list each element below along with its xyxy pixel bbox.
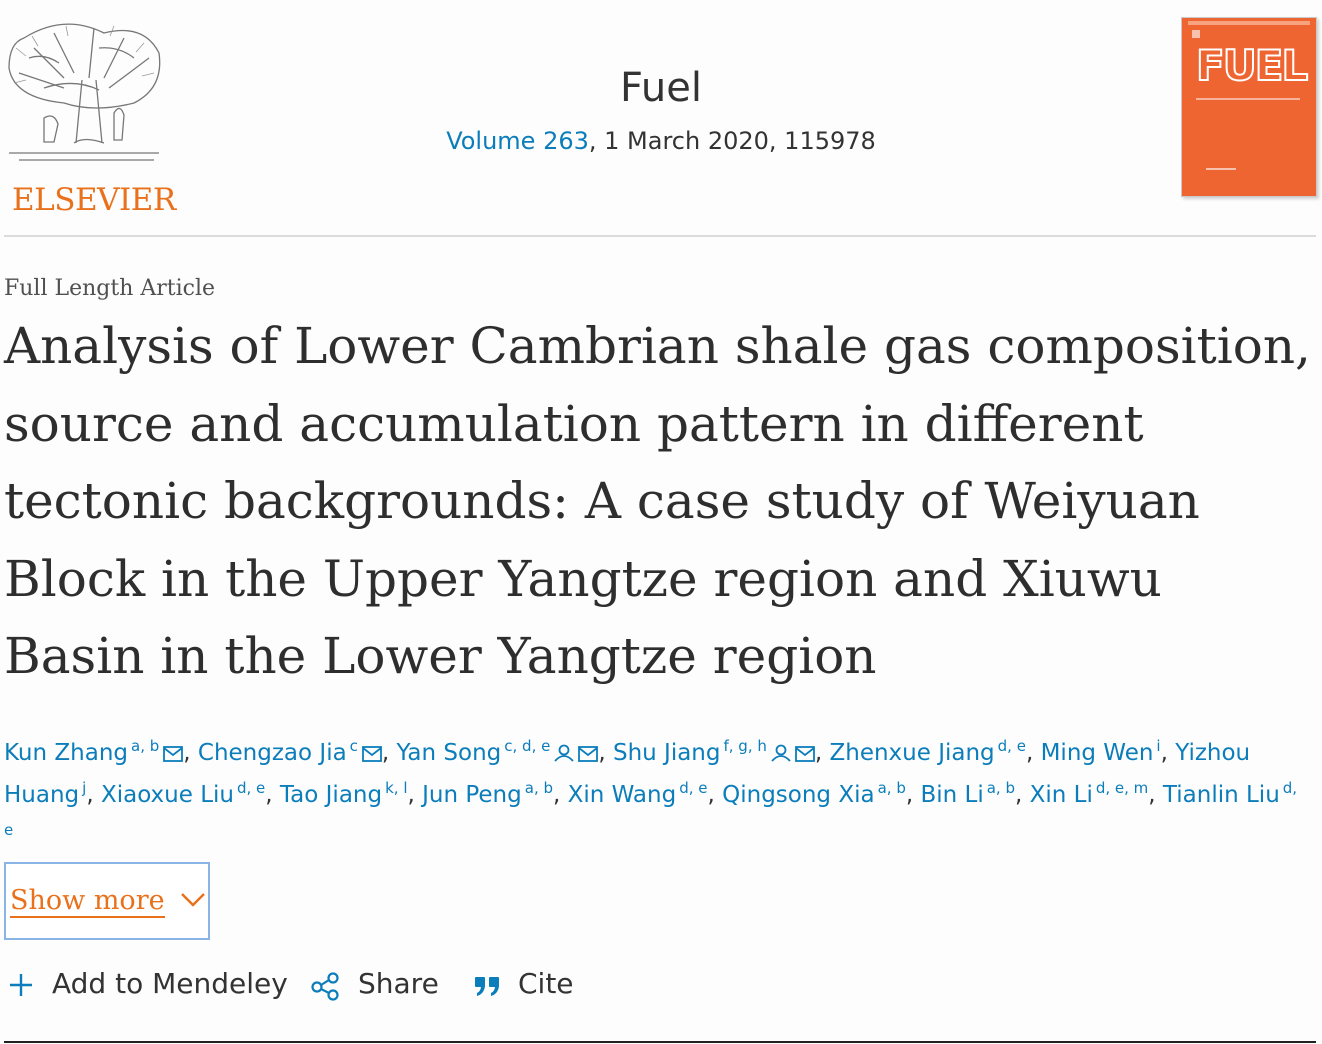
author-name: Yan Song (396, 740, 502, 766)
journal-header: ELSEVIER Fuel Volume 263, 1 March 2020, … (0, 0, 1322, 236)
author-name: Xiaoxue Liu (100, 782, 234, 808)
email-icon[interactable] (791, 740, 815, 766)
author-name: Kun Zhang (4, 740, 129, 766)
show-more-button[interactable]: Show more (4, 862, 210, 940)
author-name: Bin Li (920, 782, 984, 808)
journal-title[interactable]: Fuel (0, 64, 1322, 112)
author-separator: , (183, 740, 198, 766)
author-separator: , (1025, 740, 1041, 766)
author-separator: , (905, 782, 921, 808)
author-link[interactable]: Kun Zhang a, b (4, 737, 184, 766)
author-link[interactable]: Tao Jiang k, l (279, 779, 408, 809)
publisher-logo-text: ELSEVIER (12, 182, 176, 218)
author-affiliation[interactable]: d, e (998, 737, 1026, 755)
author-separator: , (407, 782, 423, 808)
author-link[interactable]: Yan Song c, d, e (396, 737, 599, 766)
author-separator: , (814, 740, 830, 766)
author-name: Xin Li (1029, 782, 1093, 808)
author-link[interactable]: Ming Wen i (1040, 739, 1161, 767)
cover-title: FUEL (1195, 41, 1309, 91)
author-affiliation[interactable]: d, e (679, 779, 707, 797)
author-name: Tao Jiang (279, 782, 383, 808)
person-icon[interactable] (550, 740, 575, 766)
author-affiliation[interactable]: d, e, m (1096, 779, 1148, 797)
email-icon[interactable] (574, 740, 599, 766)
journal-cover-image[interactable]: FUEL (1181, 17, 1317, 197)
author-name: Zhenxue Jiang (829, 740, 995, 766)
author-name: Qingsong Xia (722, 782, 875, 808)
author-affiliation[interactable]: a, b (878, 779, 906, 797)
author-affiliation[interactable]: k, l (385, 779, 407, 797)
article-title: Analysis of Lower Cambrian shale gas com… (4, 317, 1311, 685)
author-separator: , (1160, 740, 1176, 766)
share-label: Share (358, 967, 439, 1000)
author-affiliation[interactable]: a, b (987, 779, 1015, 797)
author-separator: , (86, 782, 101, 808)
share-button[interactable]: Share (308, 960, 439, 1010)
author-affiliation[interactable]: c, d, e (504, 737, 550, 755)
author-link[interactable]: Xin Li d, e, m (1029, 779, 1149, 809)
author-name: Tianlin Liu (1162, 782, 1280, 808)
issue-info: , 1 March 2020, 115978 (588, 127, 876, 155)
quote-icon (475, 977, 499, 996)
author-link[interactable]: Chengzao Jia c (197, 737, 382, 766)
email-icon[interactable] (159, 740, 184, 766)
author-name: Chengzao Jia (197, 740, 347, 766)
author-link[interactable]: Bin Li a, b (920, 779, 1015, 809)
cite-label: Cite (518, 967, 574, 1000)
author-separator: , (598, 740, 613, 766)
author-separator: , (1148, 782, 1163, 808)
author-separator: , (381, 740, 397, 766)
author-link[interactable]: Zhenxue Jiang d, e (829, 737, 1026, 767)
email-icon[interactable] (358, 740, 382, 766)
plus-icon (10, 974, 32, 996)
author-name: Shu Jiang (612, 740, 721, 766)
author-link[interactable]: Xin Wang d, e (567, 779, 708, 809)
article-type: Full Length Article (4, 276, 216, 301)
author-link[interactable]: Xiaoxue Liu d, e (100, 779, 265, 809)
volume-link[interactable]: Volume 263 (446, 127, 589, 155)
author-name: Xin Wang (567, 782, 677, 808)
add-to-mendeley-label: Add to Mendeley (52, 967, 288, 1000)
author-separator: , (1014, 782, 1030, 808)
person-icon[interactable] (767, 740, 791, 766)
author-name: Jun Peng (422, 782, 522, 808)
author-separator: , (265, 782, 280, 808)
author-separator: , (707, 782, 723, 808)
author-link[interactable]: Shu Jiang f, g, h (612, 737, 815, 766)
author-affiliation[interactable]: f, g, h (723, 737, 766, 755)
bottom-divider (4, 1041, 1316, 1043)
add-to-mendeley-button[interactable]: Add to Mendeley (6, 960, 288, 1010)
author-affiliation[interactable]: a, b (525, 779, 553, 797)
chevron-down-icon (181, 893, 205, 907)
author-link[interactable]: Qingsong Xia a, b (722, 779, 906, 809)
cite-button[interactable]: Cite (472, 960, 576, 1010)
author-affiliation[interactable]: d, e (237, 779, 265, 797)
author-name: Ming Wen (1040, 740, 1154, 766)
author-affiliation[interactable]: c (350, 737, 358, 755)
share-icon (311, 972, 339, 1001)
journal-meta: Volume 263, 1 March 2020, 115978 (0, 126, 1322, 156)
author-affiliation[interactable]: a, b (131, 737, 159, 755)
header-divider (4, 235, 1316, 237)
author-list: Kun Zhang a, b, Chengzao Jia c, Yan Song c,… (4, 732, 1304, 858)
show-more-label: Show more (10, 885, 165, 918)
author-link[interactable]: Jun Peng a, b (422, 779, 553, 809)
author-separator: , (553, 782, 568, 808)
